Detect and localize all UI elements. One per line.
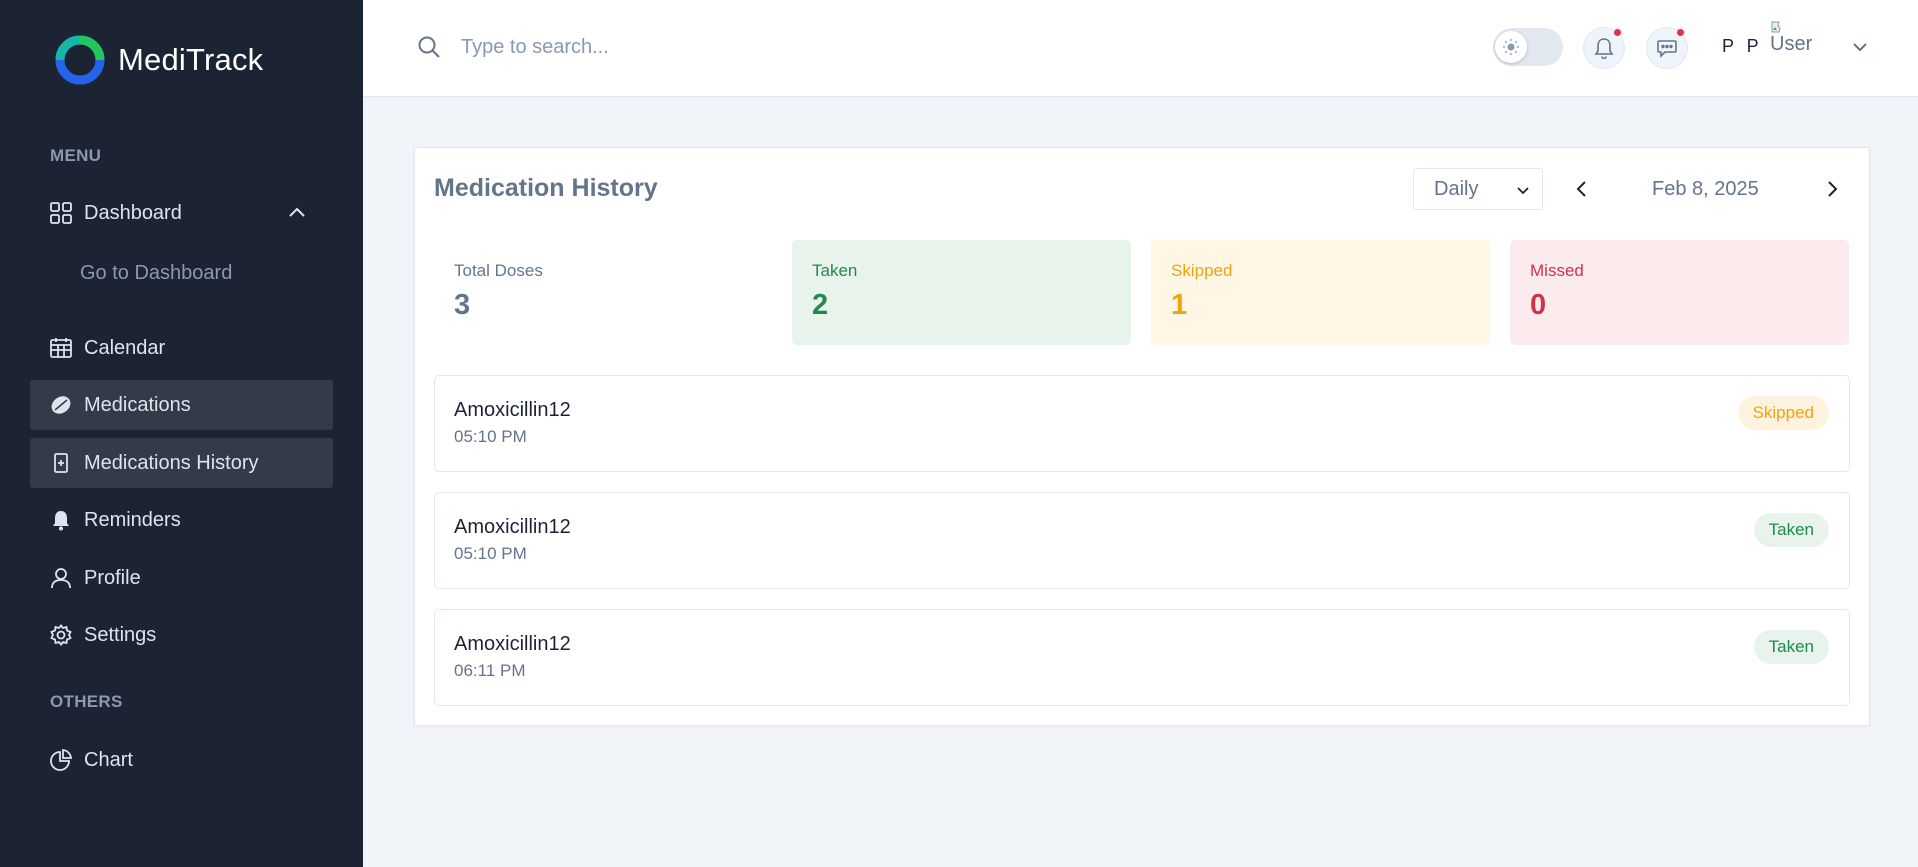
others-section-title: OTHERS: [50, 692, 123, 711]
brand[interactable]: MediTrack: [54, 34, 263, 86]
list-item[interactable]: Amoxicillin12 05:10 PM Taken: [434, 492, 1850, 589]
bell-icon: [1594, 38, 1614, 59]
sidebar-item-chart[interactable]: Chart: [30, 735, 333, 785]
stat-skipped: Skipped 1: [1151, 240, 1490, 345]
chevron-down-icon[interactable]: [1848, 35, 1872, 59]
logo-icon: [55, 35, 105, 85]
stat-value: 0: [1530, 289, 1547, 321]
sun-icon: [1503, 39, 1519, 55]
sidebar-item-profile[interactable]: Profile: [30, 553, 333, 603]
notifications-button[interactable]: [1583, 27, 1625, 69]
top-header: P P User: [363, 0, 1918, 97]
gear-icon: [49, 623, 73, 647]
chat-icon: [1657, 40, 1677, 58]
grid-icon: [49, 201, 73, 225]
medication-name: Amoxicillin12: [454, 516, 571, 538]
user-icon: [49, 566, 73, 590]
list-item[interactable]: Amoxicillin12 06:11 PM Taken: [434, 609, 1850, 706]
sidebar-item-label: Profile: [84, 566, 141, 589]
user-initials: P P: [1722, 36, 1763, 56]
sidebar-subitem-go-to-dashboard[interactable]: Go to Dashboard: [80, 262, 232, 285]
stat-value: 1: [1171, 289, 1188, 321]
previous-date-button[interactable]: [1570, 177, 1594, 201]
sidebar-item-medications[interactable]: Medications: [30, 380, 333, 430]
stat-total-doses: Total Doses 3: [434, 240, 773, 345]
pie-chart-icon: [49, 748, 73, 772]
bell-icon: [49, 508, 73, 532]
brand-name: MediTrack: [118, 42, 264, 77]
stat-value: 2: [812, 289, 829, 321]
pill-icon: [49, 393, 73, 417]
sidebar-item-label: Calendar: [84, 336, 166, 359]
current-date: Feb 8, 2025: [1652, 178, 1759, 200]
medication-name: Amoxicillin12: [454, 633, 571, 655]
sidebar-item-label: Chart: [84, 748, 133, 771]
calendar-icon: [49, 336, 73, 360]
avatar-alt-text: User: [1770, 33, 1813, 55]
stat-taken: Taken 2: [792, 240, 1131, 345]
message-dot: [1675, 27, 1686, 38]
page-title: Medication History: [434, 174, 658, 202]
sidebar-item-dashboard[interactable]: Dashboard: [30, 188, 333, 238]
broken-image-icon: [1771, 21, 1781, 33]
menu-section-title: MENU: [50, 146, 102, 165]
stat-label: Taken: [812, 261, 858, 280]
theme-toggle[interactable]: [1493, 28, 1563, 66]
chevron-down-icon: [1517, 187, 1529, 195]
messages-button[interactable]: [1646, 27, 1688, 69]
sidebar-item-label: Medications: [84, 393, 191, 416]
period-select-value: Daily: [1434, 177, 1479, 200]
stat-label: Skipped: [1171, 261, 1233, 280]
sidebar-item-label: Dashboard: [84, 201, 182, 224]
notification-dot: [1612, 27, 1623, 38]
search-icon[interactable]: [417, 35, 441, 59]
status-badge: Skipped: [1737, 396, 1829, 430]
stat-value: 3: [454, 289, 471, 321]
sidebar-item-reminders[interactable]: Reminders: [30, 495, 333, 545]
status-badge: Taken: [1753, 513, 1829, 547]
avatar[interactable]: User: [1770, 20, 1818, 68]
sidebar-item-medications-history[interactable]: Medications History: [30, 438, 333, 488]
next-date-button[interactable]: [1820, 177, 1844, 201]
stat-label: Missed: [1530, 261, 1584, 280]
medication-name: Amoxicillin12: [454, 399, 571, 421]
sidebar: MediTrack MENU Dashboard Go to Dashboard…: [0, 0, 363, 867]
dose-time: 05:10 PM: [454, 427, 527, 446]
dose-time: 05:10 PM: [454, 544, 527, 563]
chevron-up-icon[interactable]: [285, 201, 309, 225]
period-select[interactable]: Daily: [1413, 168, 1543, 210]
stat-label: Total Doses: [454, 261, 543, 280]
search-input[interactable]: [461, 28, 861, 66]
sidebar-item-calendar[interactable]: Calendar: [30, 323, 333, 373]
list-item[interactable]: Amoxicillin12 05:10 PM Skipped: [434, 375, 1850, 472]
stat-missed: Missed 0: [1510, 240, 1849, 345]
dose-time: 06:11 PM: [454, 661, 526, 680]
sidebar-item-label: Medications History: [84, 451, 259, 474]
sidebar-item-label: Reminders: [84, 508, 181, 531]
sidebar-item-label: Settings: [84, 623, 157, 646]
toggle-knob: [1495, 31, 1527, 63]
history-icon: [49, 451, 73, 475]
sidebar-item-settings[interactable]: Settings: [30, 610, 333, 660]
medication-history-card: Medication History Daily Feb 8, 2025 Tot…: [414, 147, 1870, 726]
status-badge: Taken: [1753, 630, 1829, 664]
